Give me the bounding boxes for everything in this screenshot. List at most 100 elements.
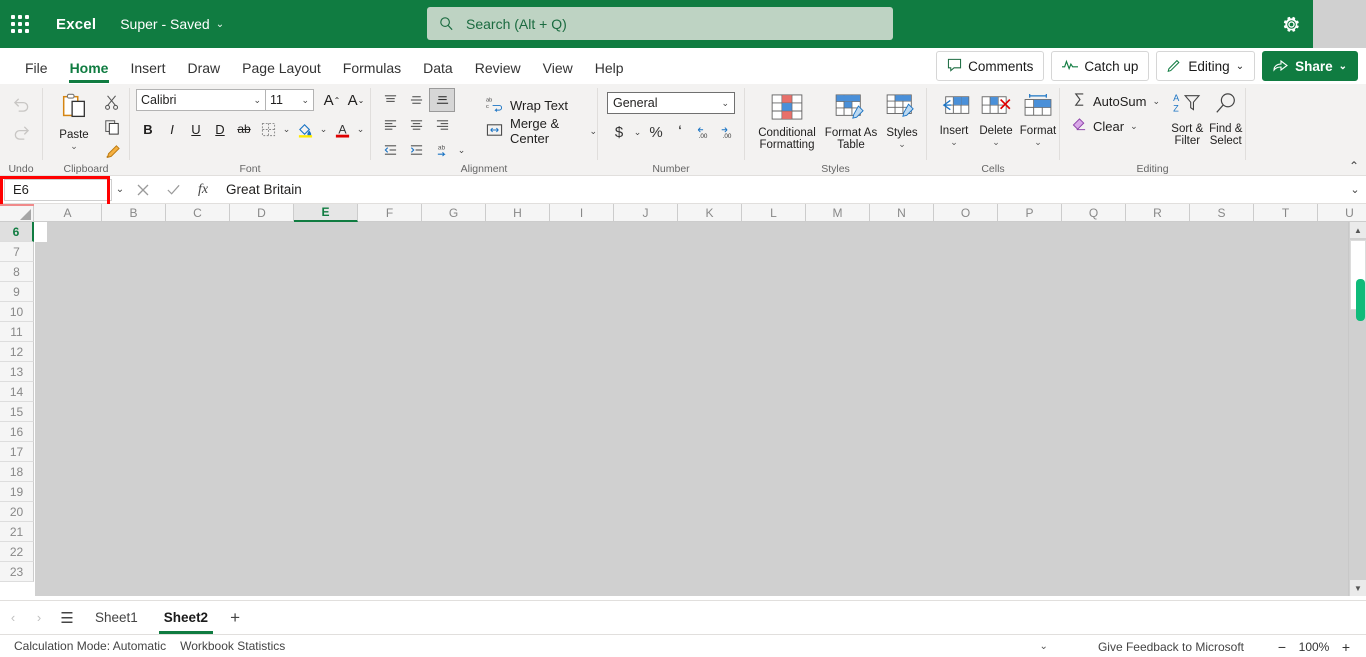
format-as-table-button[interactable]: Format As Table ⌄ [823, 90, 879, 151]
cut-button[interactable] [99, 90, 125, 114]
borders-dropdown[interactable]: ⌄ [280, 117, 293, 141]
app-launcher-icon[interactable] [0, 0, 40, 48]
tab-data[interactable]: Data [412, 52, 464, 84]
editing-button[interactable]: Editing ⌄ [1156, 51, 1256, 81]
orientation-button[interactable]: ab [429, 138, 455, 162]
name-box-dropdown[interactable]: ⌄ [112, 179, 128, 201]
format-cells-button[interactable]: Format ⌄ [1017, 90, 1059, 147]
redo-button[interactable] [8, 120, 34, 144]
column-header-G[interactable]: G [422, 204, 486, 222]
decrease-indent-button[interactable] [377, 138, 403, 162]
undo-button[interactable] [8, 92, 34, 116]
zoom-in-button[interactable]: + [1334, 635, 1358, 657]
tab-review[interactable]: Review [464, 52, 532, 84]
search-box[interactable] [427, 7, 893, 40]
italic-button[interactable]: I [160, 117, 184, 141]
scroll-track[interactable] [1350, 240, 1366, 321]
workbook-statistics-status[interactable]: Workbook Statistics [180, 639, 285, 653]
select-all-corner[interactable] [0, 204, 34, 222]
merge-center-button[interactable]: Merge & Center ⌄ [482, 116, 597, 146]
name-box[interactable]: E6 [4, 178, 112, 201]
formula-input[interactable] [218, 181, 1344, 198]
row-header-7[interactable]: 7 [0, 242, 34, 262]
column-header-S[interactable]: S [1190, 204, 1254, 222]
conditional-formatting-button[interactable]: Conditional Formatting ⌄ [751, 90, 823, 151]
tab-view[interactable]: View [532, 52, 584, 84]
orientation-dropdown[interactable]: ⌄ [455, 138, 468, 162]
row-header-20[interactable]: 20 [0, 502, 34, 522]
row-header-17[interactable]: 17 [0, 442, 34, 462]
row-header-16[interactable]: 16 [0, 422, 34, 442]
next-sheet-button[interactable]: › [26, 603, 52, 633]
insert-cells-button[interactable]: Insert ⌄ [933, 90, 975, 147]
row-header-19[interactable]: 19 [0, 482, 34, 502]
paste-button[interactable]: Paste ⌄ [49, 88, 99, 164]
sort-filter-button[interactable]: A Z Sort & Filter [1168, 88, 1206, 147]
scroll-thumb[interactable] [1356, 279, 1365, 321]
column-header-K[interactable]: K [678, 204, 742, 222]
bold-button[interactable]: B [136, 117, 160, 141]
tab-insert[interactable]: Insert [119, 52, 176, 84]
column-header-D[interactable]: D [230, 204, 294, 222]
cancel-icon[interactable] [128, 176, 158, 204]
delete-cells-button[interactable]: Delete ⌄ [975, 90, 1017, 147]
comma-format-button[interactable]: ‘ [668, 120, 692, 144]
column-header-R[interactable]: R [1126, 204, 1190, 222]
strikethrough-button[interactable]: ab [232, 117, 256, 141]
column-header-C[interactable]: C [166, 204, 230, 222]
clear-button[interactable]: Clear ⌄ [1068, 115, 1160, 137]
increase-indent-button[interactable] [403, 138, 429, 162]
font-name-select[interactable]: Calibri ⌄ [136, 89, 266, 111]
tab-draw[interactable]: Draw [176, 52, 231, 84]
borders-button[interactable] [256, 117, 280, 141]
feedback-link[interactable]: Give Feedback to Microsoft [1098, 640, 1244, 654]
fill-color-button[interactable] [293, 117, 317, 141]
decrease-font-size-button[interactable]: A ⌄ [344, 88, 368, 112]
tab-home[interactable]: Home [59, 52, 120, 84]
font-color-dropdown[interactable]: ⌄ [354, 117, 367, 141]
wrap-text-button[interactable]: ab c Wrap Text [482, 92, 597, 118]
insert-function-icon[interactable]: fx [188, 176, 218, 204]
font-color-button[interactable]: A [330, 117, 354, 141]
row-header-14[interactable]: 14 [0, 382, 34, 402]
row-header-10[interactable]: 10 [0, 302, 34, 322]
format-painter-button[interactable] [99, 140, 125, 164]
tab-help[interactable]: Help [584, 52, 635, 84]
column-header-F[interactable]: F [358, 204, 422, 222]
column-header-T[interactable]: T [1254, 204, 1318, 222]
add-sheet-button[interactable]: + [221, 603, 249, 633]
decrease-decimal-button[interactable]: .00 [716, 120, 740, 144]
comments-button[interactable]: Comments [936, 51, 1045, 81]
increase-font-size-button[interactable]: A ⌃ [320, 88, 344, 112]
scroll-down-button[interactable]: ▼ [1350, 580, 1366, 596]
collapse-ribbon-button[interactable]: ⌃ [1349, 159, 1359, 173]
align-right-button[interactable] [429, 113, 455, 137]
status-options-chevron-icon[interactable]: ⌄ [1040, 641, 1048, 652]
all-sheets-icon[interactable]: ☰ [52, 603, 82, 633]
tab-formulas[interactable]: Formulas [332, 52, 412, 84]
currency-dropdown[interactable]: ⌄ [631, 120, 644, 144]
align-top-button[interactable] [377, 88, 403, 112]
autosum-button[interactable]: AutoSum ⌄ [1068, 90, 1160, 112]
catch-up-button[interactable]: Catch up [1051, 51, 1150, 81]
column-header-U[interactable]: U [1318, 204, 1366, 222]
row-header-8[interactable]: 8 [0, 262, 34, 282]
row-header-12[interactable]: 12 [0, 342, 34, 362]
column-header-E[interactable]: E [294, 204, 358, 222]
column-header-B[interactable]: B [102, 204, 166, 222]
search-input[interactable] [464, 14, 881, 33]
row-header-15[interactable]: 15 [0, 402, 34, 422]
align-left-button[interactable] [377, 113, 403, 137]
expand-formula-bar-button[interactable]: ⌄ [1344, 176, 1366, 204]
column-header-I[interactable]: I [550, 204, 614, 222]
underline-button[interactable]: U [184, 117, 208, 141]
sheet-tab-sheet1[interactable]: Sheet1 [82, 602, 151, 634]
settings-gear-icon[interactable] [1270, 0, 1313, 48]
column-header-L[interactable]: L [742, 204, 806, 222]
increase-decimal-button[interactable]: .00 [692, 120, 716, 144]
currency-format-button[interactable]: $ [607, 120, 631, 144]
tab-file[interactable]: File [14, 52, 59, 84]
share-button[interactable]: Share ⌄ [1262, 51, 1358, 81]
document-title[interactable]: Super - Saved ⌄ [120, 16, 224, 32]
fill-color-dropdown[interactable]: ⌄ [317, 117, 330, 141]
